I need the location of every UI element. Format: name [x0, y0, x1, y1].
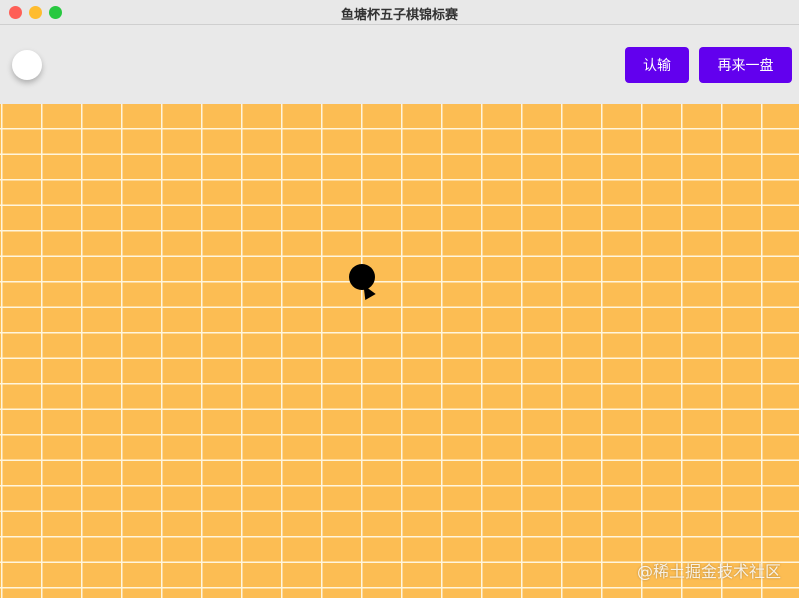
- current-player-stone: [12, 50, 42, 80]
- title-bar: 鱼塘杯五子棋锦标赛: [0, 0, 799, 25]
- watermark: @稀土掘金技术社区: [636, 562, 781, 581]
- resign-button[interactable]: 认输: [625, 47, 689, 83]
- gomoku-board[interactable]: [0, 104, 799, 598]
- window-title: 鱼塘杯五子棋锦标赛: [340, 8, 458, 23]
- restart-button[interactable]: 再来一盘: [699, 47, 792, 83]
